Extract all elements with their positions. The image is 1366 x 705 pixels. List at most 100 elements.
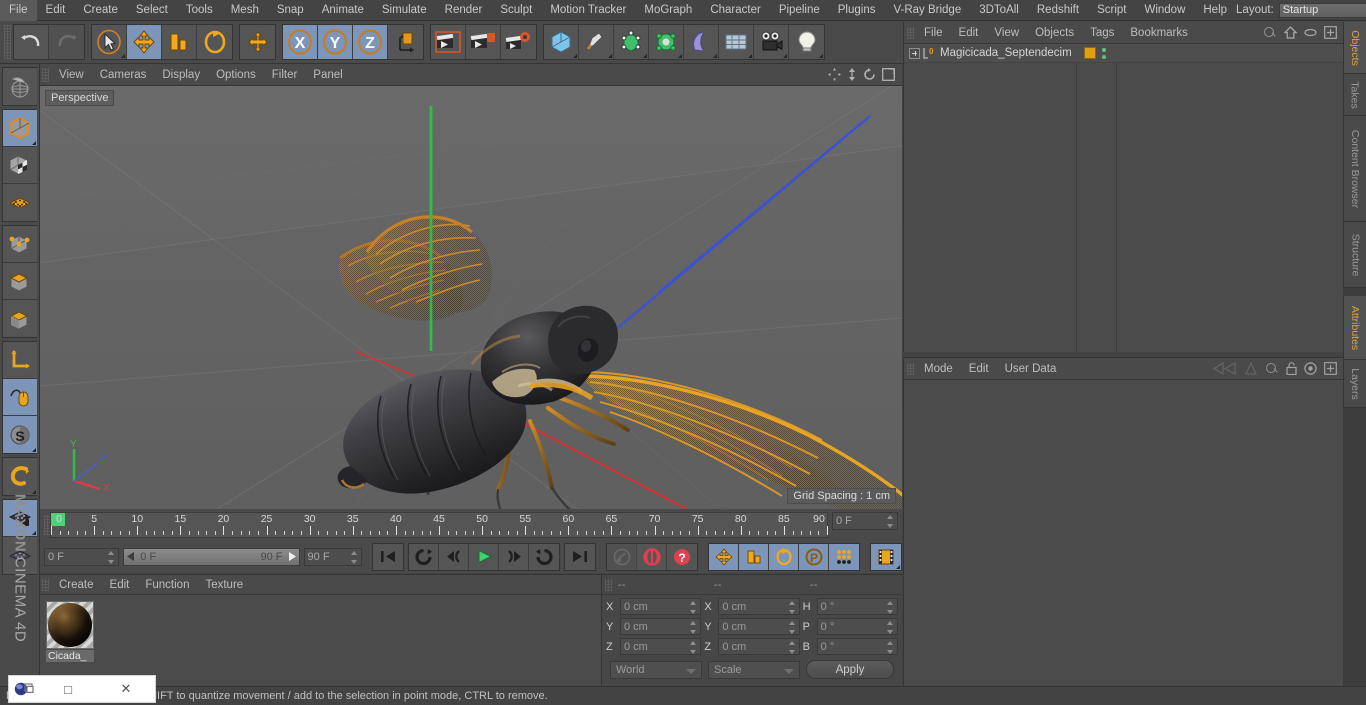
- field-rot-p[interactable]: 0 °: [816, 618, 898, 635]
- menu-script[interactable]: Script: [1088, 0, 1135, 21]
- material-list[interactable]: Cicada_: [40, 595, 601, 686]
- menu-snap[interactable]: Snap: [268, 0, 313, 21]
- scale-key-button[interactable]: [739, 543, 769, 570]
- add-spline-button[interactable]: [579, 25, 614, 59]
- object-menu-file[interactable]: File: [916, 22, 951, 44]
- end-frame-field[interactable]: 90 F: [303, 547, 362, 566]
- field-pos-y[interactable]: 0 cm: [620, 618, 702, 635]
- add-light-button[interactable]: [789, 25, 824, 59]
- world-object-axis-button[interactable]: [3, 342, 37, 379]
- next-keyframe-button[interactable]: [529, 543, 559, 570]
- apply-button[interactable]: Apply: [806, 660, 894, 679]
- menu-redshift[interactable]: Redshift: [1028, 0, 1088, 21]
- menu-tools[interactable]: Tools: [177, 0, 222, 21]
- add-deformer-button[interactable]: [649, 25, 684, 59]
- go-to-end-button[interactable]: [565, 543, 595, 570]
- render-view-button[interactable]: [431, 25, 466, 59]
- record-active-objects-button[interactable]: [607, 543, 637, 570]
- previous-keyframe-button[interactable]: [409, 543, 439, 570]
- menu-create[interactable]: Create: [74, 0, 127, 21]
- render-settings-button[interactable]: [501, 25, 536, 59]
- side-tab-structure[interactable]: Structure: [1343, 222, 1366, 288]
- side-tab-attributes[interactable]: Attributes: [1343, 296, 1366, 360]
- scale-tool-button[interactable]: [162, 25, 197, 59]
- start-frame-field[interactable]: 0 F: [44, 547, 120, 566]
- object-axis-mode-button[interactable]: [3, 300, 37, 337]
- viewport-3d[interactable]: Perspective Grid Spacing : 1 cm Y X Z: [40, 86, 902, 509]
- menu-plugins[interactable]: Plugins: [829, 0, 885, 21]
- texture-axis-button[interactable]: [3, 68, 37, 105]
- object-menu-objects[interactable]: Objects: [1027, 22, 1082, 44]
- attribute-menu-edit[interactable]: Edit: [961, 358, 997, 380]
- menu-file[interactable]: File: [0, 0, 37, 21]
- visibility-dots[interactable]: [1102, 47, 1106, 59]
- soft-selection-button[interactable]: S: [3, 416, 37, 453]
- render-to-picture-viewer-button[interactable]: [466, 25, 501, 59]
- parameter-key-button[interactable]: P: [799, 543, 829, 570]
- enable-axis-button[interactable]: [3, 379, 37, 416]
- viewport-menu-cameras[interactable]: Cameras: [92, 64, 155, 86]
- lock-z-button[interactable]: Z: [353, 25, 388, 59]
- spinner-icon[interactable]: [886, 601, 894, 614]
- spinner-icon[interactable]: [788, 601, 796, 614]
- side-tab-layers[interactable]: Layers: [1343, 360, 1366, 408]
- spinner-icon[interactable]: [886, 641, 894, 654]
- material-menu-edit[interactable]: Edit: [102, 575, 138, 595]
- menu-character[interactable]: Character: [701, 0, 770, 21]
- object-manager-grip[interactable]: [907, 26, 914, 39]
- side-tab-content-browser[interactable]: Content Browser: [1343, 116, 1366, 222]
- autokeying-button[interactable]: [637, 543, 667, 570]
- side-tab-objects[interactable]: Objects: [1343, 22, 1366, 74]
- preview-range-slider[interactable]: 0 F 90 F: [123, 547, 300, 566]
- field-size-z[interactable]: 0 cm: [718, 638, 800, 655]
- menu-v-ray-bridge[interactable]: V-Ray Bridge: [884, 0, 970, 21]
- viewport-grip[interactable]: [42, 67, 49, 82]
- object-menu-tags[interactable]: Tags: [1082, 22, 1122, 44]
- add-cube-button[interactable]: [544, 25, 579, 59]
- material-menu-texture[interactable]: Texture: [197, 575, 251, 595]
- menu-simulate[interactable]: Simulate: [373, 0, 436, 21]
- spinner-icon[interactable]: [690, 641, 697, 654]
- menu-animate[interactable]: Animate: [313, 0, 373, 21]
- side-tab-takes[interactable]: Takes: [1343, 74, 1366, 116]
- polygons-mode-button[interactable]: [3, 263, 37, 300]
- spinner-icon[interactable]: [690, 601, 697, 614]
- select-tool-button[interactable]: [92, 25, 127, 59]
- timeline-mode-button[interactable]: [871, 543, 901, 570]
- redo-button[interactable]: [49, 25, 84, 59]
- step-back-button[interactable]: [439, 543, 469, 570]
- spinner-icon[interactable]: [788, 641, 796, 654]
- undo-button[interactable]: [14, 25, 49, 59]
- model-mode-button[interactable]: [3, 110, 37, 147]
- add-generator-button[interactable]: [614, 25, 649, 59]
- close-button[interactable]: ✕: [97, 681, 155, 697]
- texture-mode-button[interactable]: [3, 147, 37, 184]
- points-mode-button[interactable]: [3, 184, 37, 221]
- object-tree[interactable]: 0 Magicicada_Septendecim: [904, 44, 1343, 352]
- current-frame-field[interactable]: 0 F: [832, 512, 898, 530]
- edges-mode-button[interactable]: [3, 226, 37, 263]
- field-size-x[interactable]: 0 cm: [718, 598, 800, 615]
- material-grip[interactable]: [42, 578, 49, 591]
- layout-dropdown[interactable]: Startup: [1278, 2, 1366, 18]
- viewport-menu-filter[interactable]: Filter: [264, 64, 306, 86]
- coordinates-grip[interactable]: [605, 578, 612, 591]
- object-row[interactable]: 0 Magicicada_Septendecim: [904, 44, 1343, 63]
- lock-x-button[interactable]: X: [283, 25, 318, 59]
- attribute-menu-user-data[interactable]: User Data: [997, 358, 1065, 380]
- spinner-icon[interactable]: [690, 621, 697, 634]
- object-menu-bookmarks[interactable]: Bookmarks: [1122, 22, 1196, 44]
- viewport-menu-options[interactable]: Options: [208, 64, 264, 86]
- rotation-key-button[interactable]: [769, 543, 799, 570]
- menu-mograph[interactable]: MoGraph: [635, 0, 701, 21]
- spinner-icon[interactable]: [788, 621, 796, 634]
- viewport-menu-view[interactable]: View: [51, 64, 92, 86]
- field-pos-x[interactable]: 0 cm: [620, 598, 702, 615]
- material-preview[interactable]: [46, 601, 94, 649]
- maximize-button[interactable]: □: [39, 682, 97, 697]
- move-tool-button[interactable]: [127, 25, 162, 59]
- menu-sculpt[interactable]: Sculpt: [491, 0, 541, 21]
- timeline-ruler[interactable]: 0 5 10 15 20 25 30 35 40 45 50 55 60 65 70 75 80 85 90: [50, 512, 828, 538]
- add-camera-button[interactable]: [754, 25, 789, 59]
- spinner-icon[interactable]: [108, 550, 115, 564]
